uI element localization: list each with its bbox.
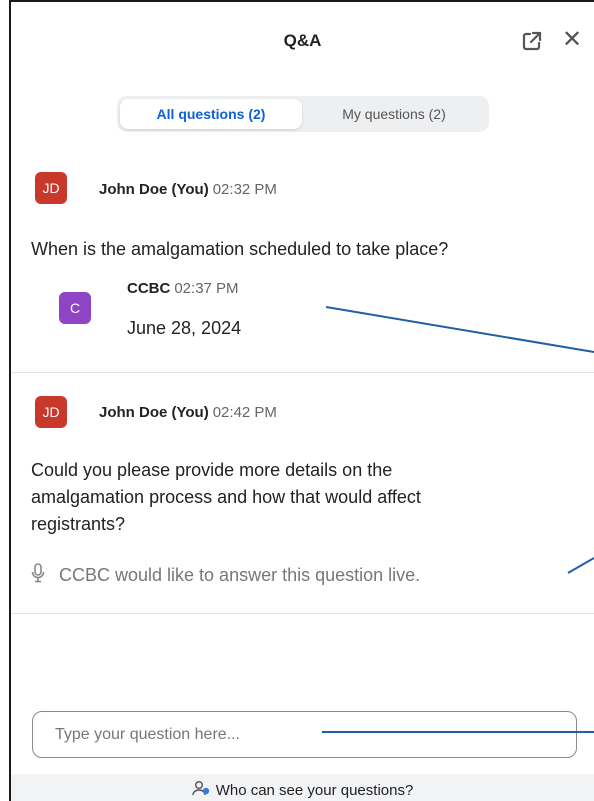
reply-time: 02:37 PM <box>174 280 239 297</box>
avatar: C <box>59 292 91 324</box>
question-input-box <box>32 711 577 758</box>
question-author: John Doe (You) 02:32 PM <box>99 181 277 198</box>
avatar: JD <box>35 172 67 204</box>
visibility-info-link[interactable]: Who can see your questions? <box>191 780 414 800</box>
avatar: JD <box>35 396 67 428</box>
tab-all-questions[interactable]: All questions (2) <box>120 99 302 129</box>
tab-my-questions[interactable]: My questions (2) <box>302 99 486 129</box>
author-name: John Doe (You) <box>99 404 209 421</box>
divider <box>11 372 594 373</box>
live-answer-note: CCBC would like to answer this question … <box>31 563 420 588</box>
close-icon[interactable]: ✕ <box>561 28 583 52</box>
question-text: Could you please provide more details on… <box>31 457 421 538</box>
visibility-info-text: Who can see your questions? <box>215 781 414 799</box>
avatar-initials: C <box>69 300 81 316</box>
avatar-initials: JD <box>42 180 60 196</box>
question-time: 02:32 PM <box>212 181 277 198</box>
reply-author: CCBC 02:37 PM <box>127 280 239 297</box>
question-time: 02:42 PM <box>212 404 277 421</box>
footer: Who can see your questions? <box>11 774 594 801</box>
author-name: John Doe (You) <box>99 181 209 198</box>
question-input[interactable] <box>33 712 576 757</box>
avatar-initials: JD <box>42 404 60 420</box>
question-text-line: registrants? <box>31 514 126 534</box>
author-name: CCBC <box>127 280 171 297</box>
question-author: John Doe (You) 02:42 PM <box>99 404 277 421</box>
live-answer-text: CCBC would like to answer this question … <box>59 565 421 585</box>
question-text-line: amalgamation process and how that would … <box>31 487 421 507</box>
person-icon <box>191 780 210 800</box>
qa-panel: Q&A ✕ All questions (2) My questions (2)… <box>9 0 594 801</box>
question-tabs: All questions (2) My questions (2) <box>117 96 489 132</box>
question-text: When is the amalgamation scheduled to ta… <box>31 239 449 259</box>
panel-title: Q&A <box>283 31 322 50</box>
qa-header: Q&A ✕ <box>11 2 594 80</box>
popout-icon[interactable] <box>521 30 543 52</box>
microphone-icon <box>31 563 45 588</box>
divider <box>11 613 594 614</box>
reply-text: June 28, 2024 <box>127 318 242 338</box>
question-text-line: Could you please provide more details on… <box>31 460 393 480</box>
